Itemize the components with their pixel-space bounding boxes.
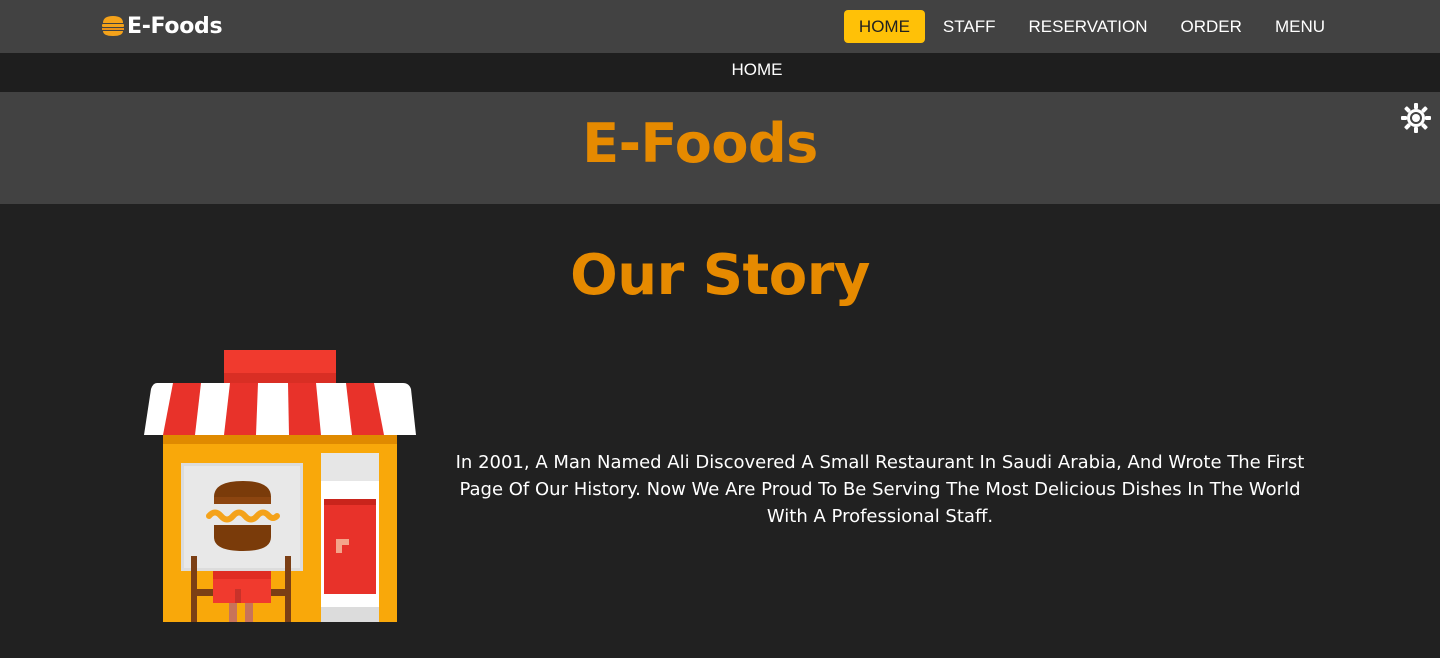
- nav-order[interactable]: ORDER: [1166, 10, 1257, 43]
- brand-logo-link[interactable]: E-Foods: [100, 11, 223, 41]
- nav-menu[interactable]: MENU: [1260, 10, 1340, 43]
- sun-icon[interactable]: [1400, 102, 1432, 134]
- nav-home[interactable]: HOME: [843, 10, 925, 43]
- nav-staff[interactable]: STAFF: [928, 10, 1011, 43]
- story-text: In 2001, A Man Named Ali Discovered A Sm…: [455, 452, 1305, 527]
- top-navbar: E-Foods HOME STAFF RESERVATION ORDER MEN…: [0, 0, 1440, 53]
- hero-title: E-Foods: [582, 112, 818, 175]
- brand-name: E-Foods: [127, 13, 223, 39]
- nav-reservation[interactable]: RESERVATION: [1014, 10, 1163, 43]
- breadcrumb-home[interactable]: HOME: [732, 60, 783, 80]
- burger-icon: [102, 16, 124, 36]
- hero-banner: E-Foods: [0, 92, 1440, 204]
- breadcrumb-bar: HOME: [0, 53, 1440, 92]
- restaurant-storefront-icon: [144, 350, 416, 622]
- main-nav: HOME STAFF RESERVATION ORDER MENU: [841, 10, 1340, 43]
- story-title: Our Story: [570, 243, 870, 308]
